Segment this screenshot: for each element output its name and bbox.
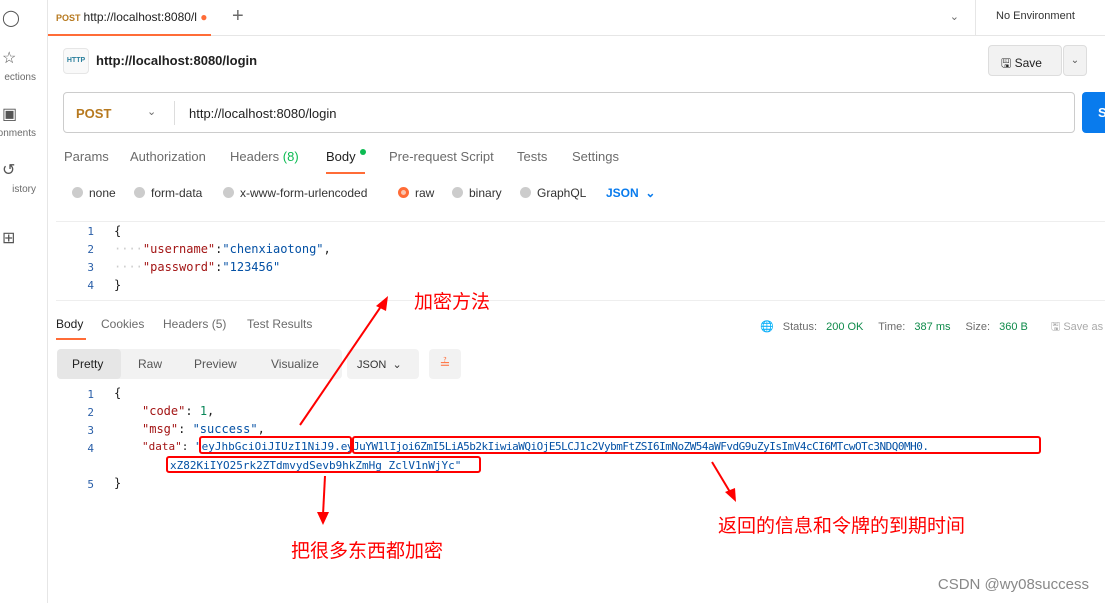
watermark: CSDN @wy08success — [937, 576, 1089, 593]
arrow-payload — [711, 461, 731, 493]
annotation-payload: 返回的信息和令牌的到期时间 — [718, 516, 966, 537]
arrow-method — [299, 304, 383, 426]
annotation-method: 加密方法 — [414, 292, 491, 313]
arrow-signature — [322, 475, 326, 516]
annotation-signature: 把很多东西都加密 — [291, 541, 444, 562]
